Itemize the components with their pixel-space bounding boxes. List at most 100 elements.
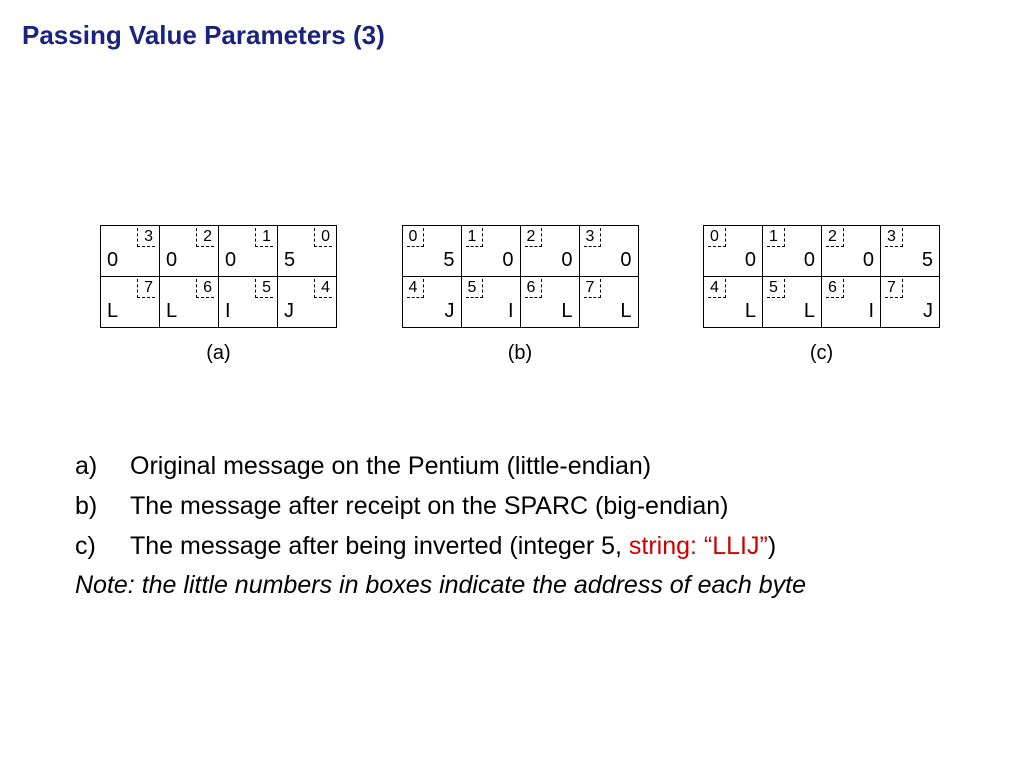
byte-address: 2 [196,228,214,247]
byte-cell: 00 [704,226,762,276]
byte-cell: 4J [403,277,461,327]
note: Note: the little numbers in boxes indica… [75,569,955,603]
byte-cell: 05 [277,226,336,276]
caption-b: (b) [508,342,532,365]
byte-cell: 20 [821,226,880,276]
byte-address: 7 [584,279,602,298]
block-c: 001020354L5L6I7J (c) [703,225,940,365]
byte-cell: 10 [762,226,821,276]
byte-cell: 35 [880,226,939,276]
byte-address: 5 [255,279,273,298]
byte-cell: 5I [218,277,277,327]
byte-value: 0 [107,249,118,272]
byte-value: J [284,300,294,323]
byte-cell: 20 [520,226,579,276]
item-c-post: ) [768,532,776,560]
byte-value: 0 [863,249,874,272]
table-row: 30201005 [101,226,336,276]
item-b: b) The message after receipt on the SPAR… [75,490,955,524]
byte-address: 4 [708,279,726,298]
item-a-text: Original message on the Pentium (little-… [130,450,955,484]
byte-cell: 6L [520,277,579,327]
byte-address: 6 [826,279,844,298]
table-row: 05102030 [403,226,638,276]
table-row: 7L6L5I4J [101,276,336,327]
item-b-text: The message after receipt on the SPARC (… [130,490,955,524]
byte-cell: 10 [461,226,520,276]
byte-value: 0 [561,249,572,272]
byte-address: 4 [314,279,332,298]
byte-value: 5 [284,249,295,272]
byte-address: 6 [196,279,214,298]
byte-cell: 4L [704,277,762,327]
byte-cell: 7L [579,277,638,327]
byte-value: L [166,300,177,323]
byte-address: 1 [767,228,785,247]
byte-cell: 10 [218,226,277,276]
item-a-marker: a) [75,450,130,484]
byte-address: 3 [584,228,602,247]
byte-address: 1 [466,228,484,247]
table-a: 302010057L6L5I4J [100,225,337,328]
byte-value: L [745,300,756,323]
byte-address: 1 [255,228,273,247]
byte-value: J [923,300,933,323]
byte-cell: 30 [101,226,159,276]
table-c: 001020354L5L6I7J [703,225,940,328]
byte-address: 2 [525,228,543,247]
item-a: a) Original message on the Pentium (litt… [75,450,955,484]
byte-cell: 30 [579,226,638,276]
byte-address: 5 [466,279,484,298]
byte-address: 0 [314,228,332,247]
item-c: c) The message after being inverted (int… [75,530,955,564]
block-b: 051020304J5I6L7L (b) [402,225,639,365]
byte-address: 3 [885,228,903,247]
byte-cell: 5I [461,277,520,327]
table-row: 4L5L6I7J [704,276,939,327]
byte-address: 3 [137,228,155,247]
byte-cell: 7J [880,277,939,327]
byte-cell: 7L [101,277,159,327]
byte-cell: 6I [821,277,880,327]
item-c-marker: c) [75,530,130,564]
byte-cell: 20 [159,226,218,276]
item-b-marker: b) [75,490,130,524]
byte-cell: 6L [159,277,218,327]
byte-value: 0 [166,249,177,272]
caption-c: (c) [810,342,833,365]
item-c-pre: The message after being inverted (intege… [130,532,629,560]
table-row: 4J5I6L7L [403,276,638,327]
table-row: 00102035 [704,226,939,276]
byte-value: 0 [804,249,815,272]
byte-value: I [868,300,874,323]
byte-address: 5 [767,279,785,298]
block-a: 302010057L6L5I4J (a) [100,225,337,365]
byte-value: L [561,300,572,323]
byte-cell: 5L [762,277,821,327]
item-c-body: The message after being inverted (intege… [130,530,955,564]
byte-value: 0 [225,249,236,272]
slide-title: Passing Value Parameters (3) [22,20,385,51]
byte-value: L [107,300,118,323]
byte-value: J [445,300,455,323]
byte-value: 0 [620,249,631,272]
byte-address: 0 [708,228,726,247]
byte-address: 7 [885,279,903,298]
text-area: a) Original message on the Pentium (litt… [75,450,955,603]
item-c-red: string: “LLIJ” [629,532,768,560]
byte-value: L [804,300,815,323]
byte-value: 5 [443,249,454,272]
byte-address: 6 [525,279,543,298]
byte-value: 0 [502,249,513,272]
table-b: 051020304J5I6L7L [402,225,639,328]
byte-address: 2 [826,228,844,247]
byte-value: 5 [922,249,933,272]
byte-value: I [225,300,231,323]
caption-a: (a) [206,342,230,365]
byte-address: 0 [407,228,425,247]
byte-address: 7 [137,279,155,298]
byte-value: 0 [745,249,756,272]
byte-cell: 05 [403,226,461,276]
byte-address: 4 [407,279,425,298]
diagram-area: 302010057L6L5I4J (a) 051020304J5I6L7L (b… [100,225,940,365]
